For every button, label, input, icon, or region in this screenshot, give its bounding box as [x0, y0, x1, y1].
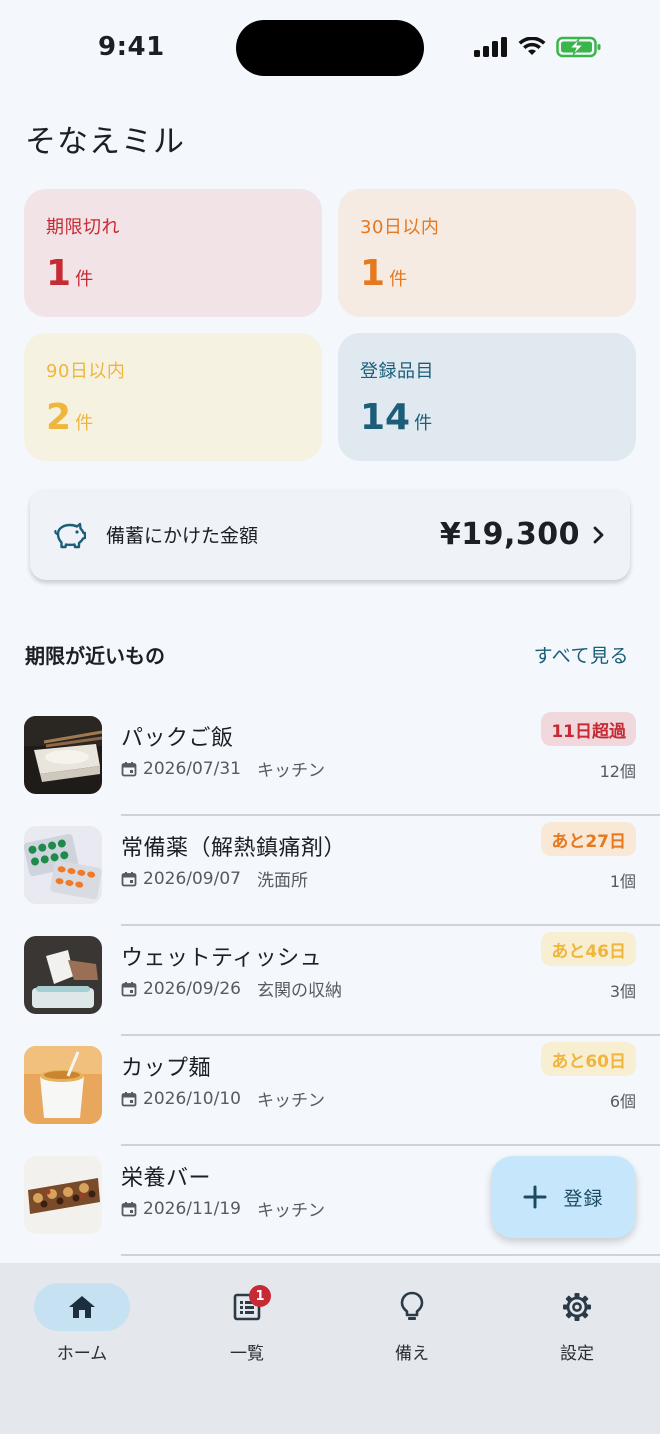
list-item[interactable]: カップ麺 2026/10/10 キッチン あと60日 6個 — [0, 1036, 660, 1146]
item-name: パックご飯 — [121, 726, 234, 751]
status-bar: 9:41 — [0, 0, 660, 96]
home-icon — [69, 1296, 95, 1318]
item-name: ウェットティッシュ — [121, 946, 323, 971]
lightbulb-icon — [400, 1291, 424, 1320]
item-location: キッチン — [256, 1091, 325, 1111]
section-title: 期限が近いもの — [25, 644, 165, 668]
item-date: 2026/11/19 — [143, 1198, 241, 1219]
status-time: 9:41 — [98, 32, 165, 62]
list-item[interactable]: パックご飯 2026/07/31 キッチン 11日超過 12個 — [0, 706, 660, 816]
stat-unit: 件 — [75, 413, 94, 434]
item-date: 2026/09/26 — [143, 978, 241, 999]
item-name: 栄養バー — [121, 1166, 212, 1191]
item-location: 洗面所 — [256, 871, 308, 891]
stat-value: 1 — [360, 253, 386, 294]
bottom-navigation: ホーム 1 一覧 備え 設定 — [0, 1263, 660, 1434]
spending-card[interactable]: 備蓄にかけた金額 ¥19,300 — [30, 489, 630, 580]
status-badge: あと46日 — [541, 932, 636, 966]
spending-label: 備蓄にかけた金額 — [106, 525, 259, 547]
gear-icon — [563, 1293, 591, 1321]
item-meta: 2026/11/19 キッチン — [121, 1196, 325, 1221]
calendar-icon — [121, 1201, 137, 1216]
wifi-icon — [518, 37, 546, 55]
status-badge: あと27日 — [541, 822, 636, 856]
nav-item-settings[interactable]: 設定 — [517, 1283, 637, 1364]
stat-value: 1 — [46, 253, 72, 294]
status-icons — [474, 36, 602, 58]
battery-charging-icon — [556, 36, 601, 58]
nav-label: 備え — [395, 1344, 429, 1364]
stat-card-registered[interactable]: 登録品目 14 件 — [338, 333, 636, 461]
calendar-icon — [121, 981, 137, 996]
nav-item-prepare[interactable]: 備え — [352, 1283, 472, 1364]
stat-unit: 件 — [414, 413, 433, 434]
item-quantity: 12個 — [599, 762, 636, 781]
status-badge: あと60日 — [541, 1042, 636, 1076]
calendar-icon — [121, 1091, 137, 1106]
item-date: 2026/09/07 — [143, 868, 241, 889]
piggy-bank-icon — [54, 522, 86, 548]
item-thumbnail — [24, 716, 102, 794]
nav-label: 設定 — [560, 1344, 594, 1364]
stat-value: 14 — [360, 397, 411, 438]
item-quantity: 6個 — [609, 1092, 636, 1111]
plus-icon — [523, 1185, 547, 1209]
item-meta: 2026/10/10 キッチン — [121, 1086, 325, 1111]
register-fab-button[interactable]: 登録 — [491, 1156, 636, 1238]
item-location: キッチン — [256, 1201, 325, 1221]
item-date: 2026/07/31 — [143, 758, 241, 779]
section-header: 期限が近いもの すべて見る — [25, 640, 629, 669]
chevron-right-icon — [593, 526, 604, 543]
fab-label: 登録 — [563, 1187, 604, 1210]
stat-label: 90日以内 — [46, 361, 126, 382]
see-all-link[interactable]: すべて見る — [534, 641, 629, 668]
divider — [121, 1254, 660, 1256]
stat-value: 2 — [46, 397, 72, 438]
stat-label: 30日以内 — [360, 217, 440, 238]
stat-unit: 件 — [389, 269, 408, 290]
calendar-icon — [121, 761, 137, 776]
item-thumbnail — [24, 826, 102, 904]
item-meta: 2026/09/07 洗面所 — [121, 866, 308, 891]
calendar-icon — [121, 871, 137, 886]
stat-label: 登録品目 — [360, 361, 434, 382]
nav-item-home[interactable]: ホーム — [22, 1283, 142, 1364]
cellular-signal-icon — [474, 37, 507, 57]
nav-label: ホーム — [56, 1344, 108, 1364]
item-date: 2026/10/10 — [143, 1088, 241, 1109]
item-location: キッチン — [256, 761, 325, 781]
item-meta: 2026/09/26 玄関の収納 — [121, 976, 342, 1001]
stat-card-expired[interactable]: 期限切れ 1件 — [24, 189, 322, 317]
spending-value: ¥19,300 — [439, 517, 580, 552]
item-quantity: 3個 — [609, 982, 636, 1001]
item-thumbnail — [24, 936, 102, 1014]
stat-card-30-days[interactable]: 30日以内 1件 — [338, 189, 636, 317]
list-item[interactable]: ウェットティッシュ 2026/09/26 玄関の収納 あと46日 3個 — [0, 926, 660, 1036]
item-location: 玄関の収納 — [256, 981, 342, 1001]
item-name: 常備薬（解熱鎮痛剤） — [121, 836, 347, 861]
app-title: そなえミル — [25, 124, 185, 160]
notification-badge: 1 — [249, 1285, 271, 1307]
nav-label: 一覧 — [230, 1344, 264, 1364]
list-item[interactable]: 常備薬（解熱鎮痛剤） 2026/09/07 洗面所 あと27日 1個 — [0, 816, 660, 926]
dynamic-island — [236, 20, 424, 76]
item-thumbnail — [24, 1046, 102, 1124]
nav-item-list[interactable]: 1 一覧 — [187, 1283, 307, 1364]
item-meta: 2026/07/31 キッチン — [121, 756, 325, 781]
item-thumbnail — [24, 1156, 102, 1234]
item-name: カップ麺 — [121, 1056, 212, 1081]
stat-card-90-days[interactable]: 90日以内 2件 — [24, 333, 322, 461]
status-badge: 11日超過 — [541, 712, 636, 746]
item-quantity: 1個 — [609, 872, 636, 891]
nav-active-indicator — [34, 1283, 130, 1331]
stat-label: 期限切れ — [46, 217, 120, 238]
stat-unit: 件 — [75, 269, 94, 290]
